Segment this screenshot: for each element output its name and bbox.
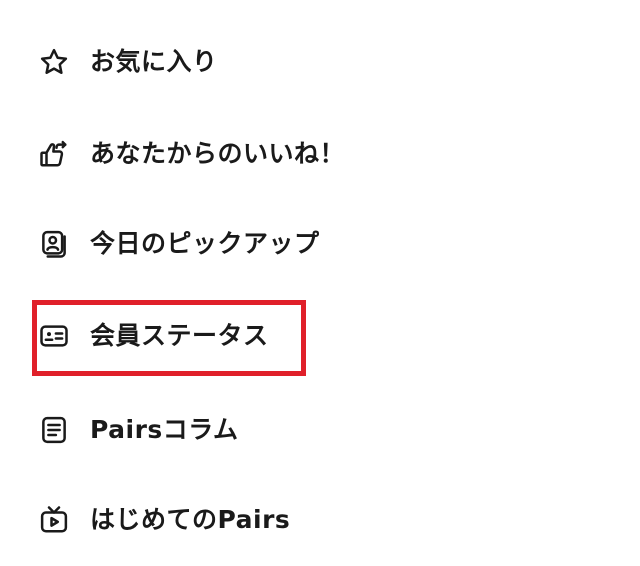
menu-item-pairs-column[interactable]: Pairsコラム — [36, 410, 596, 450]
member-card-icon — [36, 318, 72, 354]
menu-item-pairs-intro[interactable]: はじめてのPairs — [36, 500, 596, 540]
menu-item-label: 今日のピックアップ — [90, 229, 320, 258]
menu-item-sent-likes[interactable]: あなたからのいいね！ — [36, 134, 596, 174]
article-icon — [36, 412, 72, 448]
menu-item-label: 会員ステータス — [90, 321, 269, 350]
star-icon — [36, 44, 72, 80]
video-tv-icon — [36, 502, 72, 538]
menu-item-label: あなたからのいいね！ — [90, 139, 346, 168]
side-menu: お気に入り あなたからのいいね！ 今日のピックアップ 会員ステータス Pairs… — [0, 0, 640, 566]
menu-item-label: はじめてのPairs — [90, 505, 291, 534]
menu-item-favorites[interactable]: お気に入り — [36, 42, 596, 82]
menu-item-label: お気に入り — [90, 47, 218, 76]
menu-item-label: Pairsコラム — [90, 415, 239, 444]
menu-item-todays-pickup[interactable]: 今日のピックアップ — [36, 224, 596, 264]
thumbs-up-share-icon — [36, 136, 72, 172]
profile-card-icon — [36, 226, 72, 262]
menu-item-member-status[interactable]: 会員ステータス — [36, 316, 596, 356]
